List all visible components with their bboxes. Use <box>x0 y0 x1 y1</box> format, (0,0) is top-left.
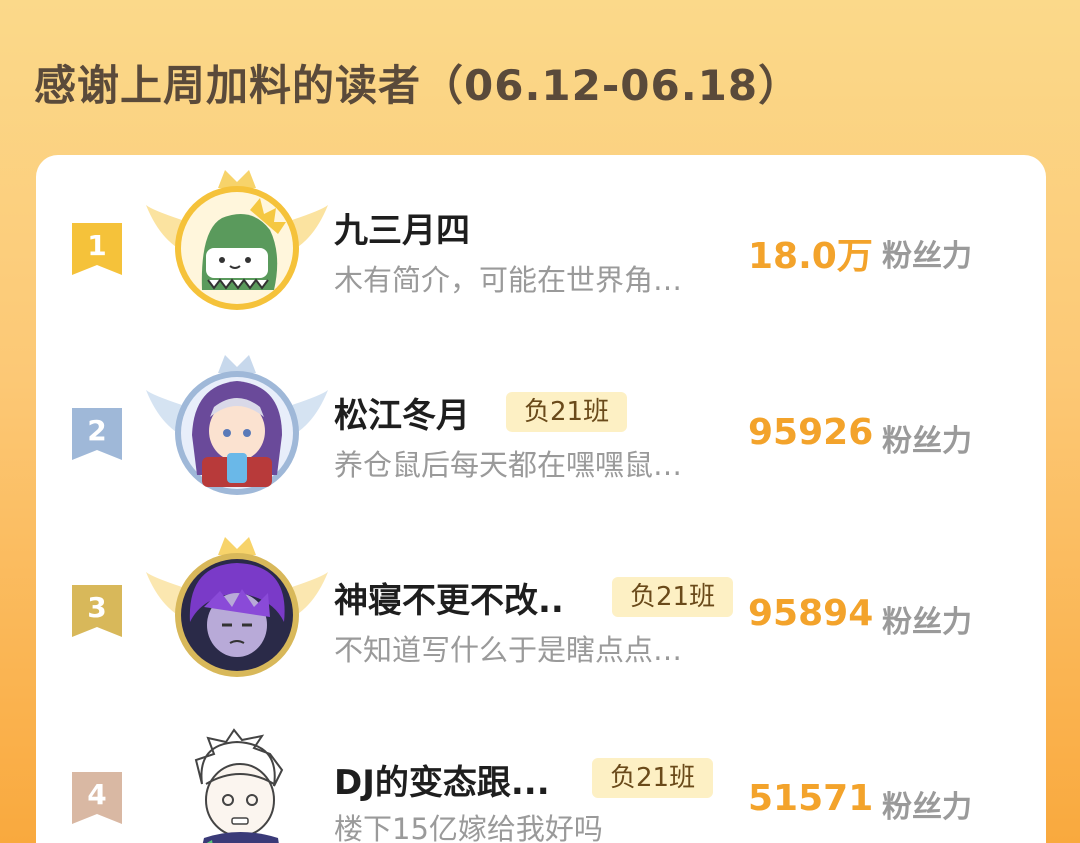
anime-girl-avatar-icon <box>146 355 328 495</box>
fan-power-score: 95926 <box>748 412 874 453</box>
rank-ribbon-rank4-icon: 4 <box>72 772 122 824</box>
reader-name[interactable]: 神寝不更不改.. <box>334 573 564 622</box>
reader-intro: 养仓鼠后每天都在嘿嘿鼠… <box>334 448 683 482</box>
fan-power-label: 粉丝力 <box>882 790 972 825</box>
page-title: 感谢上周加料的读者（06.12-06.18） <box>34 61 802 110</box>
purple-hair-avatar-icon <box>146 537 328 677</box>
dinosaur-avatar-icon <box>146 170 328 310</box>
fan-power-label: 粉丝力 <box>882 239 972 274</box>
sketch-character-avatar-icon <box>194 728 284 843</box>
ranking-row-3[interactable]: 3 神寝不更不改.. 负21班 不知道写什么于是瞎点点… 95894 粉丝力 <box>36 525 1046 695</box>
rank-ribbon-bronze-icon: 3 <box>72 585 122 637</box>
avatar[interactable] <box>142 714 332 843</box>
reader-intro: 不知道写什么于是瞎点点… <box>334 633 683 667</box>
avatar[interactable] <box>142 527 332 697</box>
reader-ranking-card: 1 九三月四 木有简介，可能在世界角… 18.0万 粉丝力 2 松江冬月 负21… <box>36 155 1046 843</box>
avatar[interactable] <box>142 160 332 330</box>
rank-number: 3 <box>87 591 107 624</box>
fan-power-score: 18.0万 <box>748 236 873 277</box>
ranking-row-1[interactable]: 1 九三月四 木有简介，可能在世界角… 18.0万 粉丝力 <box>36 155 1046 325</box>
rank-number: 2 <box>87 414 107 447</box>
ranking-row-2[interactable]: 2 松江冬月 负21班 养仓鼠后每天都在嘿嘿鼠… 95926 粉丝力 <box>36 340 1046 510</box>
reader-intro: 楼下15亿嫁给我好吗 <box>334 812 603 843</box>
rank-ribbon-silver-icon: 2 <box>72 408 122 460</box>
fan-power-label: 粉丝力 <box>882 605 972 640</box>
class-badge: 负21班 <box>592 758 714 798</box>
reader-name[interactable]: 松江冬月 <box>334 388 470 437</box>
reader-intro: 木有简介，可能在世界角… <box>334 263 683 297</box>
class-badge: 负21班 <box>506 392 628 432</box>
fan-power-score: 51571 <box>748 778 874 819</box>
rank-number: 4 <box>87 778 107 811</box>
fan-power-score: 95894 <box>748 593 874 634</box>
class-badge: 负21班 <box>612 577 734 617</box>
avatar[interactable] <box>142 345 332 515</box>
reader-name[interactable]: DJ的变态跟... <box>334 755 550 804</box>
fan-power-label: 粉丝力 <box>882 424 972 459</box>
ranking-row-4[interactable]: 4 DJ的变态跟... 负21班 楼下15亿嫁给我好吗 51571 粉丝力 <box>36 710 1046 843</box>
rank-ribbon-gold-icon: 1 <box>72 223 122 275</box>
rank-number: 1 <box>87 229 107 262</box>
reader-name[interactable]: 九三月四 <box>334 203 470 252</box>
